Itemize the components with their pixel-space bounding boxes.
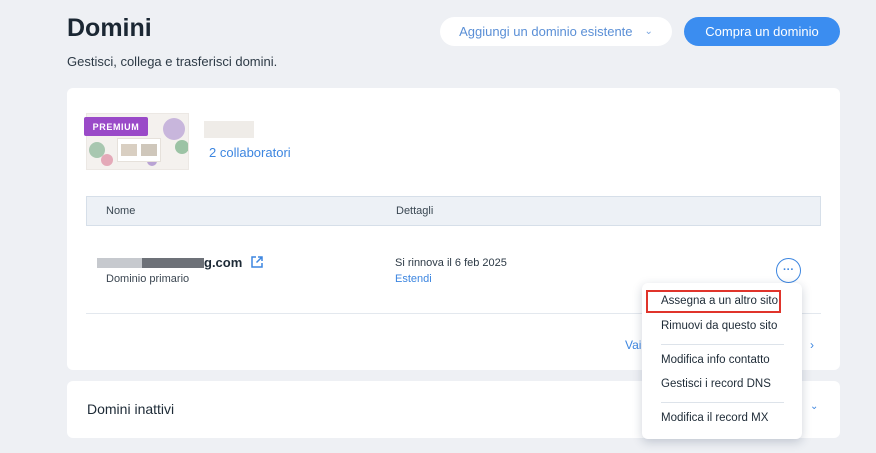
page-subtitle: Gestisci, collega e trasferisci domini. <box>67 54 278 69</box>
menu-divider <box>661 344 784 345</box>
menu-item-remove-from-site[interactable]: Rimuovi da questo sito <box>661 320 777 332</box>
page-title: Domini <box>67 14 152 42</box>
add-existing-domain-label: Aggiungi un dominio esistente <box>459 24 633 39</box>
thumbnail-image <box>121 144 137 156</box>
more-horizontal-icon: ··· <box>783 264 794 276</box>
chevron-right-icon[interactable]: › <box>810 338 814 352</box>
premium-badge: PREMIUM <box>84 117 148 136</box>
bottom-link[interactable]: Vai <box>625 338 641 352</box>
chevron-down-icon: ⌄ <box>644 26 653 37</box>
column-header-details: Dettagli <box>396 205 434 217</box>
domain-name-redacted <box>97 258 204 268</box>
add-existing-domain-button[interactable]: Aggiungi un dominio esistente ⌄ <box>440 17 672 46</box>
menu-divider <box>661 402 784 403</box>
menu-item-edit-contact[interactable]: Modifica info contatto <box>661 354 770 366</box>
collaborators-link[interactable]: 2 collaboratori <box>209 145 291 160</box>
thumbnail-decoration <box>163 118 185 140</box>
thumbnail-decoration <box>175 140 188 154</box>
menu-item-edit-mx[interactable]: Modifica il record MX <box>661 412 768 424</box>
buy-domain-button[interactable]: Compra un dominio <box>684 17 840 46</box>
menu-item-manage-dns[interactable]: Gestisci i record DNS <box>661 378 771 390</box>
thumbnail-decoration <box>101 154 113 166</box>
thumbnail-image <box>141 144 157 156</box>
site-name-redacted <box>204 121 254 138</box>
inactive-domains-title: Domini inattivi <box>87 401 175 417</box>
table-header: Nome Dettagli <box>86 196 821 226</box>
chevron-down-icon[interactable]: ⌄ <box>810 401 818 412</box>
column-header-name: Nome <box>106 205 136 217</box>
external-link-icon[interactable] <box>250 255 264 269</box>
renewal-date: Si rinnova il 6 feb 2025 <box>395 257 507 269</box>
more-actions-button[interactable]: ··· <box>776 258 801 283</box>
domain-type: Dominio primario <box>106 273 190 285</box>
extend-link[interactable]: Estendi <box>395 273 432 285</box>
domain-name[interactable]: g.com <box>204 255 242 270</box>
highlight-annotation <box>646 290 781 313</box>
